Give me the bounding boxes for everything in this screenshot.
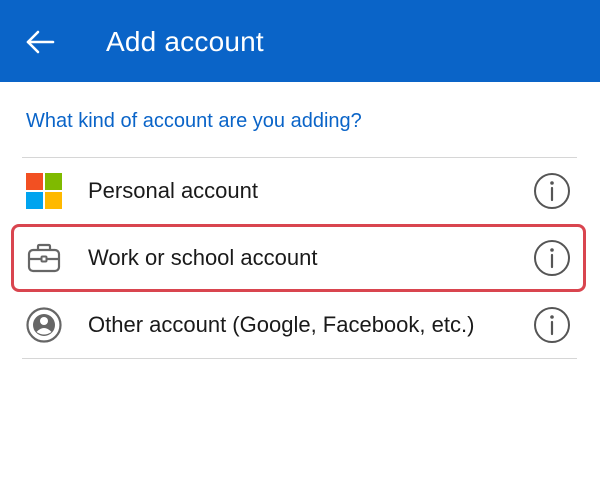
- other-account-info-button[interactable]: [533, 306, 571, 344]
- work-school-account-info-button[interactable]: [533, 239, 571, 277]
- back-arrow-icon: [26, 30, 55, 54]
- work-school-account-label: Work or school account: [88, 245, 318, 270]
- personal-account-option[interactable]: Personal account: [22, 158, 577, 224]
- divider: [22, 358, 577, 359]
- info-icon: [534, 240, 570, 276]
- back-button[interactable]: [22, 24, 58, 60]
- work-school-account-option[interactable]: Work or school account: [22, 225, 577, 291]
- page-title: Add account: [106, 26, 264, 57]
- info-icon: [534, 173, 570, 209]
- app-bar: Add account: [0, 0, 600, 82]
- personal-account-info-button[interactable]: [533, 172, 571, 210]
- other-account-option[interactable]: Other account (Google, Facebook, etc.): [22, 292, 577, 358]
- person-circle-icon: [26, 307, 62, 343]
- briefcase-icon: [26, 240, 62, 276]
- info-icon: [534, 307, 570, 343]
- other-account-label: Other account (Google, Facebook, etc.): [88, 312, 475, 337]
- account-type-prompt: What kind of account are you adding?: [26, 110, 362, 132]
- personal-account-label: Personal account: [88, 178, 258, 203]
- microsoft-logo-icon: [26, 173, 62, 209]
